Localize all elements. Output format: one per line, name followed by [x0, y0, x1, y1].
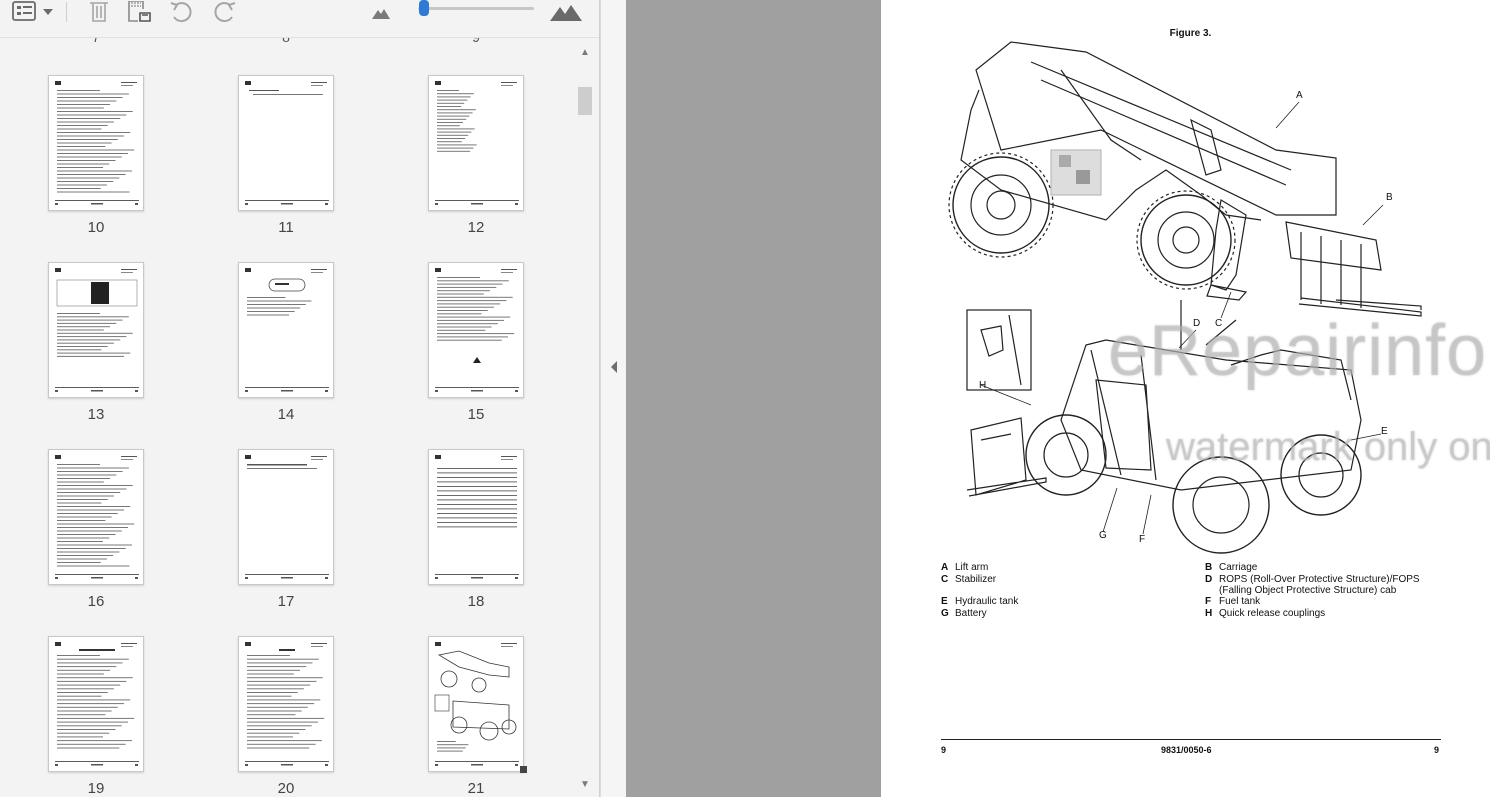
legend-item-e: E Hydraulic tank — [941, 596, 1019, 607]
zoom-in-mountain-icon[interactable] — [548, 0, 584, 24]
scroll-down-arrow-icon[interactable]: ▼ — [575, 778, 595, 792]
page-number-cut: 7 — [48, 38, 144, 45]
page-number-label: 17 — [277, 593, 295, 610]
page-thumbnail-preview — [435, 81, 519, 205]
page-thumbnail[interactable] — [428, 636, 524, 772]
legend-item-d-cont: (Falling Object Protective Structure) ca… — [1219, 585, 1397, 596]
legend-item-g: G Battery — [941, 608, 987, 619]
page-thumbnail[interactable] — [48, 449, 144, 585]
watermark-sub: watermark only on this sample — [1166, 425, 1490, 469]
page-thumbnail-preview — [435, 455, 519, 579]
footer-doc-code: 9831/0050-6 — [1161, 745, 1212, 755]
legend-item-b: B Carriage — [1205, 562, 1258, 573]
page-thumbnail-preview — [245, 81, 329, 205]
callout-g: G — [1099, 530, 1107, 541]
vertical-scrollbar[interactable]: ▲ ▼ — [575, 42, 595, 797]
collapse-pane-arrow-icon[interactable] — [609, 360, 619, 374]
page-thumbnail-preview — [55, 455, 139, 579]
footer-rule — [941, 739, 1441, 740]
rotate-left-icon[interactable] — [168, 0, 196, 24]
legend-item-h: H Quick release couplings — [1205, 608, 1326, 619]
page-thumbnail-preview — [434, 642, 519, 766]
zoom-slider-handle[interactable] — [419, 0, 429, 16]
page-number-label: 15 — [467, 406, 485, 423]
page-number-label: 10 — [87, 219, 105, 236]
page-number-label: 13 — [87, 406, 105, 423]
document-viewer[interactable]: Figure 3. A B C D E F G H A Lift arm B C… — [626, 0, 1490, 797]
page-thumbnail[interactable] — [238, 75, 334, 211]
page-number-label: 18 — [467, 593, 485, 610]
page-number-label: 16 — [87, 593, 105, 610]
toolbar-separator — [66, 2, 67, 22]
legend-item-d: D ROPS (Roll-Over Protective Structure)/F… — [1205, 574, 1420, 585]
callout-f: F — [1139, 534, 1146, 545]
footer-page-left: 9 — [941, 745, 947, 755]
pdf-page-organizer: 7 8 9 10 11 12 13 14 15 16 17 18 19 20 21 ▲ ▼ Figur… — [0, 0, 1490, 797]
thumbnail-pane[interactable]: 7 8 9 10 11 12 13 14 15 16 17 18 19 20 21 ▲ ▼ — [0, 0, 600, 797]
page-thumbnail-preview — [245, 455, 329, 579]
page-thumbnail[interactable] — [48, 75, 144, 211]
rotate-right-icon[interactable] — [210, 0, 238, 24]
page-thumbnail-preview — [435, 268, 519, 392]
callout-a: A — [1296, 90, 1303, 101]
delete-icon[interactable] — [86, 0, 112, 24]
page-number-label: 12 — [467, 219, 485, 236]
legend-item-f: F Fuel tank — [1205, 596, 1261, 607]
callout-b: B — [1386, 192, 1393, 203]
page-thumbnail[interactable] — [238, 262, 334, 398]
zoom-out-mountain-icon[interactable] — [370, 0, 392, 24]
page-number-label: 14 — [277, 406, 295, 423]
page-number-cut: 8 — [238, 38, 334, 45]
extract-page-icon[interactable] — [126, 0, 154, 24]
callout-h: H — [979, 380, 987, 391]
page-number-cut: 9 — [428, 38, 524, 45]
watermark-main: eRepairinfo.com — [1108, 311, 1490, 391]
page-thumbnail[interactable] — [238, 636, 334, 772]
page-thumbnail-preview — [55, 81, 139, 205]
footer-page-right: 9 — [1434, 745, 1440, 755]
thumbnail-toolbar — [0, 0, 599, 38]
page-thumbnail[interactable] — [48, 262, 144, 398]
telehandler-illustration — [948, 41, 1422, 554]
page-number-label: 19 — [87, 780, 105, 797]
previous-row-labels: 7 8 9 — [10, 38, 580, 46]
document-page: Figure 3. A B C D E F G H A Lift arm B C… — [881, 0, 1490, 797]
page-thumbnail[interactable] — [238, 449, 334, 585]
page-thumbnail-preview — [55, 642, 139, 766]
page-thumbnail[interactable] — [428, 75, 524, 211]
legend-item-a: A Lift arm — [941, 562, 989, 573]
page-thumbnail[interactable] — [428, 262, 524, 398]
page-thumbnail-preview — [55, 268, 139, 392]
page-thumbnail-preview — [245, 642, 329, 766]
page-thumbnail[interactable] — [48, 636, 144, 772]
page-thumbnail-preview — [245, 268, 329, 392]
scroll-up-arrow-icon[interactable]: ▲ — [575, 46, 595, 60]
thumbnail-view-icon[interactable] — [12, 0, 56, 24]
zoom-slider-track[interactable] — [418, 7, 534, 10]
page-number-label: 21 — [467, 780, 485, 797]
pane-splitter[interactable] — [600, 0, 626, 797]
resize-grip-icon[interactable] — [520, 766, 527, 773]
page-number-label: 11 — [278, 219, 294, 236]
legend-item-c: C Stabilizer — [941, 574, 997, 585]
page-number-label: 20 — [277, 780, 295, 797]
scrollbar-thumb[interactable] — [578, 87, 592, 115]
page-thumbnail[interactable] — [428, 449, 524, 585]
